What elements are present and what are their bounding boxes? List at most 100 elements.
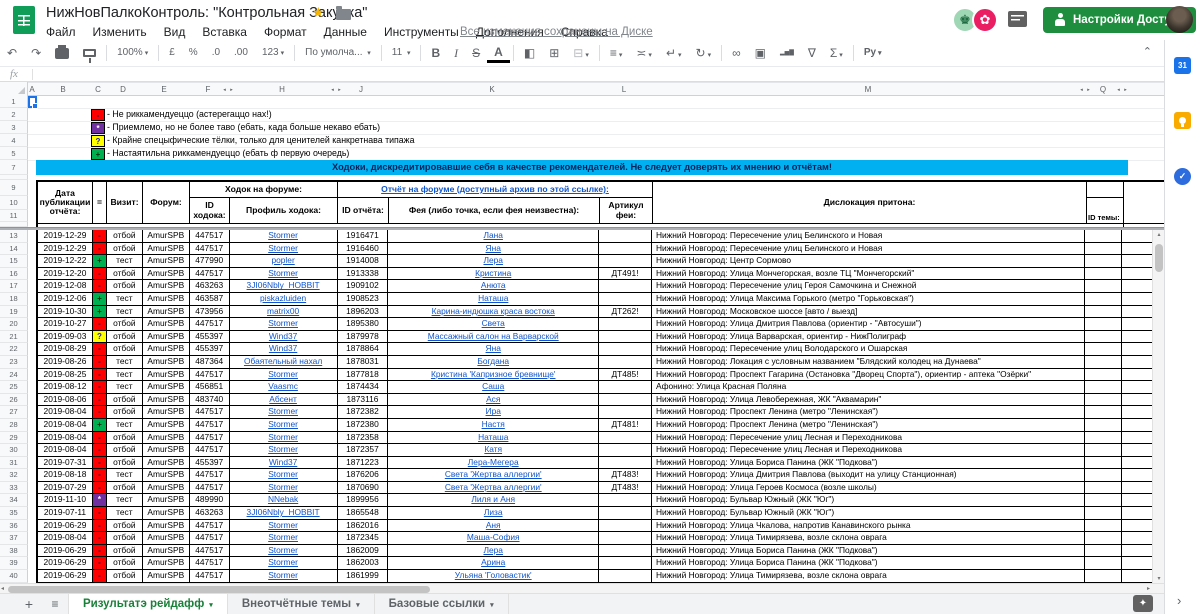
legend-text-purple[interactable]: - Приемлемо, но не более таво (ебать, ка… — [107, 121, 380, 134]
cell-forum[interactable]: AmurSPB — [143, 230, 190, 243]
cell-walker-id[interactable]: 455397 — [190, 331, 230, 344]
row-header-29[interactable]: 29 — [0, 432, 28, 445]
cell-forum[interactable]: AmurSPB — [143, 432, 190, 445]
tasks-icon[interactable]: ✓ — [1174, 168, 1191, 185]
cell-report-id[interactable]: 1862009 — [338, 545, 389, 558]
cell-topic-id[interactable] — [1085, 381, 1122, 394]
cell-forum[interactable]: AmurSPB — [143, 419, 190, 432]
cell-forum[interactable]: AmurSPB — [143, 255, 190, 268]
col-M[interactable]: M — [865, 83, 872, 97]
cell-topic-id[interactable] — [1085, 482, 1122, 495]
cell-mark[interactable]: - — [93, 369, 107, 382]
cell-visit[interactable]: тест — [107, 306, 143, 319]
cell-location[interactable]: Нижний Новгород: Улица Бориса Панина (ЖК… — [652, 557, 1085, 570]
row-header-13[interactable]: 13 — [0, 230, 28, 243]
cell-topic-id[interactable] — [1085, 356, 1122, 369]
cell-profile-link[interactable]: Wind37 — [230, 343, 338, 356]
cell-date[interactable]: 2019-06-29 — [38, 557, 93, 570]
cell-mark[interactable]: + — [93, 306, 107, 319]
cell-date[interactable]: 2019-08-04 — [38, 532, 93, 545]
cell-mark[interactable]: - — [93, 469, 107, 482]
header-forum[interactable]: Форум: — [143, 182, 190, 224]
cell-location[interactable]: Нижний Новгород: Улица Варварская, ориен… — [652, 331, 1085, 344]
cell-forum[interactable]: AmurSPB — [143, 444, 190, 457]
row-header-9[interactable]: 9 — [0, 180, 28, 196]
cell-forum[interactable]: AmurSPB — [143, 494, 190, 507]
cell-mark[interactable]: - — [93, 381, 107, 394]
cell-walker-id[interactable]: 447517 — [190, 532, 230, 545]
format-currency-button[interactable]: £ — [162, 42, 182, 64]
cell-feya-link[interactable]: Лера-Мегера — [388, 457, 599, 470]
cell-mark[interactable]: - — [93, 457, 107, 470]
legend-chip-yellow[interactable]: ? — [91, 135, 105, 147]
row-header-4[interactable]: 4 — [0, 134, 28, 147]
cell-report-id[interactable]: 1872358 — [338, 432, 389, 445]
side-panel-collapse-icon[interactable]: › — [1177, 593, 1181, 608]
cell-topic-id[interactable] — [1085, 293, 1122, 306]
cell-date[interactable]: 2019-06-29 — [38, 545, 93, 558]
hidden-col-marker-icon[interactable]: ▸ — [338, 87, 342, 93]
saved-status-link[interactable]: Все изменения сохранены на Диске — [460, 26, 653, 38]
cell-topic-id[interactable] — [1085, 343, 1122, 356]
cell-date[interactable]: 2019-06-29 — [38, 570, 93, 583]
cell-forum[interactable]: AmurSPB — [143, 356, 190, 369]
cell-date[interactable]: 2019-08-04 — [38, 406, 93, 419]
row-header-35[interactable]: 35 — [0, 507, 28, 520]
move-folder-icon[interactable] — [336, 9, 351, 20]
cell-visit[interactable]: тест — [107, 369, 143, 382]
cell-date[interactable]: 2019-12-22 — [38, 255, 93, 268]
cell-visit[interactable]: отбой — [107, 520, 143, 533]
cell-feya-link[interactable]: Саша — [388, 381, 599, 394]
cell-forum[interactable]: AmurSPB — [143, 280, 190, 293]
row-header-16[interactable]: 16 — [0, 268, 28, 281]
cell-forum[interactable]: AmurSPB — [143, 482, 190, 495]
header-sku[interactable]: Артикул феи: — [600, 198, 653, 224]
cell-walker-id[interactable]: 447517 — [190, 570, 230, 583]
cell-report-id[interactable]: 1874434 — [338, 381, 389, 394]
cell-forum[interactable]: AmurSPB — [143, 381, 190, 394]
all-sheets-icon[interactable]: ≡ — [42, 594, 68, 614]
col-D[interactable]: D — [120, 83, 126, 97]
cell-mark[interactable]: - — [93, 520, 107, 533]
cell-mark[interactable]: ? — [93, 331, 107, 344]
cell-visit[interactable]: отбой — [107, 230, 143, 243]
cell-walker-id[interactable]: 489990 — [190, 494, 230, 507]
cell-report-id[interactable]: 1877818 — [338, 369, 389, 382]
row-header-37[interactable]: 37 — [0, 532, 28, 545]
col-C[interactable]: C — [95, 83, 101, 97]
legend-text-yellow[interactable]: - Крайне спецыфические тёлки, только для… — [107, 134, 414, 147]
cell-date[interactable]: 2019-06-29 — [38, 520, 93, 533]
legend-text-green[interactable]: - Настаятильна риккамендуеццо (ебать ф п… — [107, 147, 349, 160]
bold-button[interactable]: B — [424, 42, 447, 64]
cell-walker-id[interactable]: 447517 — [190, 406, 230, 419]
col-J[interactable]: J — [359, 83, 363, 97]
row-header-21[interactable]: 21 — [0, 331, 28, 344]
cell-walker-id[interactable]: 447517 — [190, 482, 230, 495]
header-q-top[interactable] — [1087, 182, 1124, 198]
scroll-right-icon[interactable]: ▸ — [1147, 584, 1150, 593]
cell-profile-link[interactable]: Обаятельный нахал — [230, 356, 338, 369]
cell-walker-id[interactable]: 447517 — [190, 243, 230, 256]
cell-mark[interactable]: - — [93, 268, 107, 281]
col-B[interactable]: B — [60, 83, 65, 97]
row-header-1[interactable]: 1 — [0, 96, 28, 108]
italic-button[interactable]: I — [447, 42, 465, 64]
formula-bar[interactable]: fx — [0, 66, 1164, 82]
cell-location[interactable]: Нижний Новгород: Пересечение улиц Лесная… — [652, 444, 1085, 457]
cell-profile-link[interactable]: piskazluiden — [230, 293, 338, 306]
cell-topic-id[interactable] — [1085, 255, 1122, 268]
row-header-26[interactable]: 26 — [0, 394, 28, 407]
cell-sku[interactable] — [599, 343, 652, 356]
cell-walker-id[interactable]: 455397 — [190, 343, 230, 356]
cell-visit[interactable]: отбой — [107, 432, 143, 445]
user-avatar[interactable] — [1166, 6, 1193, 33]
header-report-group-link[interactable]: Отчёт на форуме (доступный архив по этой… — [338, 182, 653, 198]
cell-visit[interactable]: отбой — [107, 482, 143, 495]
number-format-button[interactable]: 123▾ — [255, 42, 291, 64]
hidden-col-marker-icon[interactable]: ▸ — [230, 87, 234, 93]
cell-forum[interactable]: AmurSPB — [143, 457, 190, 470]
cell-date[interactable]: 2019-08-04 — [38, 432, 93, 445]
cell-feya-link[interactable]: Карина-индюшка краса востока — [388, 306, 599, 319]
cell-walker-id[interactable]: 483740 — [190, 394, 230, 407]
cell-mark[interactable]: - — [93, 432, 107, 445]
